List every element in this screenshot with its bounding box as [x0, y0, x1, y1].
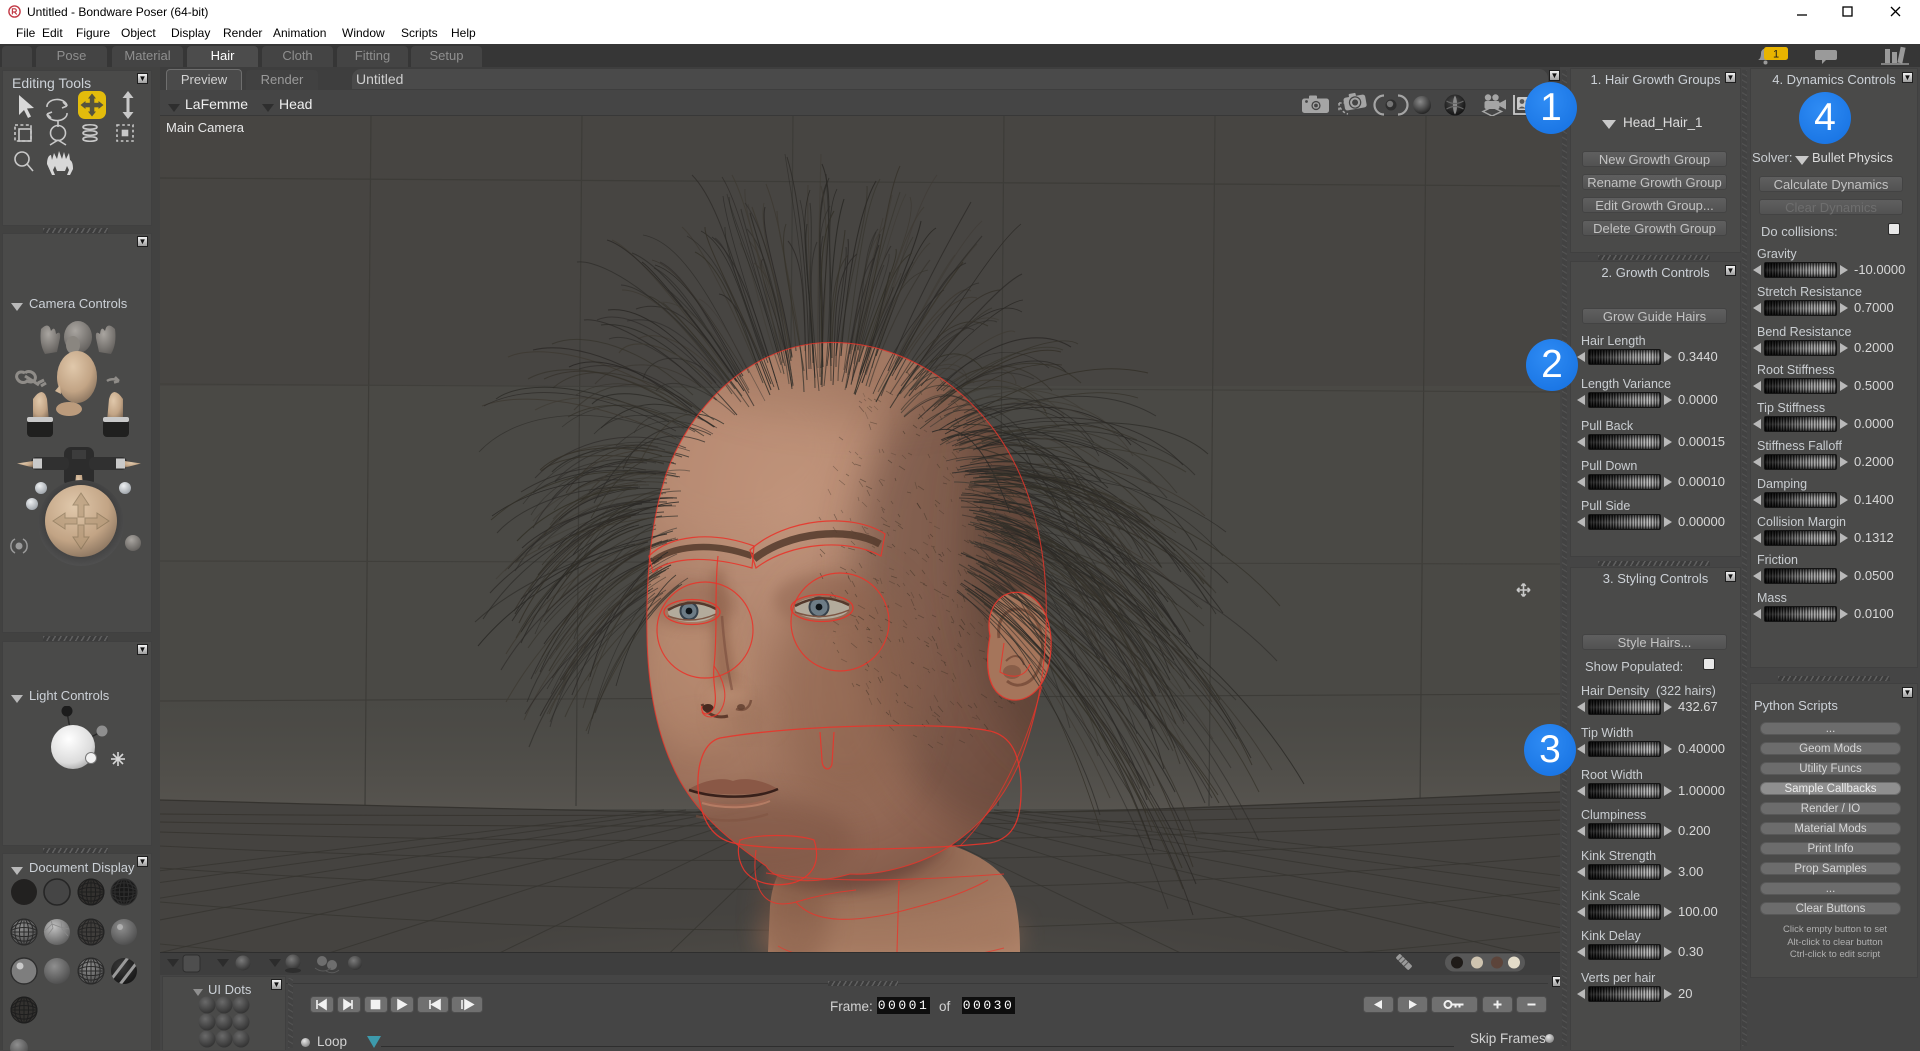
svg-text:1: 1 — [1773, 49, 1779, 61]
